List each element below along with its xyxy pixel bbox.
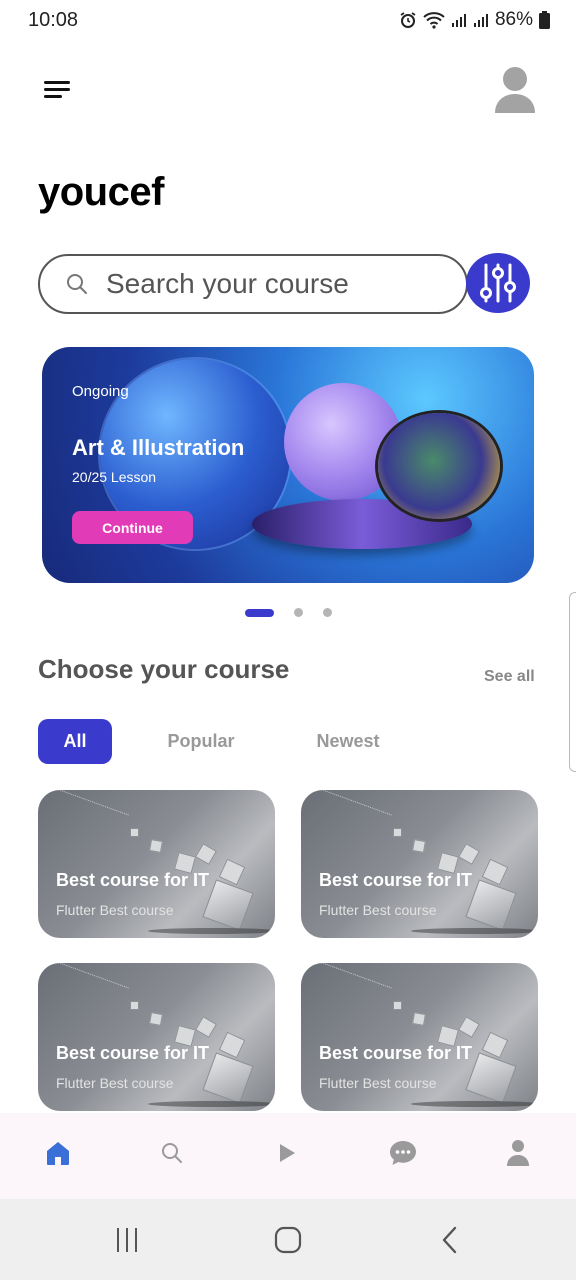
card-cube [458, 843, 480, 865]
avatar[interactable] [494, 66, 536, 114]
banner-lessons: 20/25 Lesson [72, 469, 157, 485]
course-subtitle: Flutter Best course [56, 1075, 174, 1091]
card-cube [202, 879, 254, 931]
status-bar: 10:08 86% [0, 0, 576, 42]
card-shadow [148, 928, 275, 934]
profile-icon [507, 1140, 529, 1166]
user-name: youcef [38, 170, 164, 214]
course-card[interactable]: Best course for IT Flutter Best course [38, 790, 275, 938]
status-time: 10:08 [28, 9, 79, 31]
banner-orb [378, 413, 500, 519]
card-decoration [43, 790, 129, 843]
continue-button[interactable]: Continue [72, 511, 193, 544]
tab-popular[interactable]: Popular [152, 719, 250, 764]
card-cube [130, 1001, 139, 1010]
course-card[interactable]: Best course for IT Flutter Best course [38, 963, 275, 1111]
card-cube [149, 1012, 163, 1026]
card-shadow [411, 1101, 538, 1107]
battery-percent: 86% [494, 9, 533, 30]
section-title: Choose your course [38, 654, 290, 684]
home-button[interactable] [268, 1223, 308, 1257]
banner-tag: Ongoing [72, 383, 129, 400]
card-shadow [148, 1101, 275, 1107]
course-title: Best course for IT [56, 1043, 210, 1063]
system-nav-bar [0, 1199, 576, 1280]
card-cube [130, 828, 139, 837]
card-cube [412, 839, 426, 853]
status-icons: 86% [399, 9, 550, 31]
scroll-handle[interactable] [569, 592, 576, 772]
card-cube [195, 1016, 217, 1038]
signal-icon [451, 14, 466, 27]
chat-icon [390, 1141, 416, 1165]
course-subtitle: Flutter Best course [319, 902, 437, 918]
home-icon [47, 1142, 69, 1165]
card-shadow [411, 928, 538, 934]
play-icon [280, 1144, 295, 1162]
nav-chat[interactable] [383, 1133, 423, 1173]
back-button[interactable] [430, 1223, 470, 1257]
card-cube [393, 828, 402, 837]
menu-button[interactable] [40, 76, 74, 104]
tab-all[interactable]: All [38, 719, 112, 764]
card-cube [465, 879, 517, 931]
banner-title: Art & Illustration [72, 435, 245, 460]
card-decoration [306, 963, 392, 1016]
card-cube [393, 1001, 402, 1010]
filter-button[interactable] [466, 253, 530, 313]
course-title: Best course for IT [319, 1043, 473, 1063]
battery-icon [539, 11, 550, 29]
card-cube [458, 1016, 480, 1038]
card-cube [465, 1052, 517, 1104]
nav-play[interactable] [266, 1133, 306, 1173]
carousel-dot-2[interactable] [294, 608, 303, 617]
search-placeholder: Search your course [106, 268, 349, 299]
alarm-icon [400, 12, 416, 28]
course-card[interactable]: Best course for IT Flutter Best course [301, 963, 538, 1111]
course-title: Best course for IT [319, 870, 473, 890]
course-subtitle: Flutter Best course [319, 1075, 437, 1091]
card-cube [195, 843, 217, 865]
card-cube [202, 1052, 254, 1104]
search-input[interactable]: Search your course [38, 254, 468, 314]
card-cube [149, 839, 163, 853]
nav-profile[interactable] [498, 1133, 538, 1173]
nav-home[interactable] [38, 1133, 78, 1173]
ongoing-course-banner[interactable]: Ongoing Art & Illustration 20/25 Lesson … [42, 347, 534, 583]
wifi-icon [423, 12, 445, 29]
tab-newest[interactable]: Newest [300, 719, 396, 764]
course-title: Best course for IT [56, 870, 210, 890]
search-icon [67, 274, 87, 294]
back-icon [442, 1226, 457, 1254]
recent-apps-icon [117, 1228, 137, 1252]
carousel-indicator [245, 608, 332, 617]
course-card[interactable]: Best course for IT Flutter Best course [301, 790, 538, 938]
card-decoration [43, 963, 129, 1016]
signal-icon-2 [473, 14, 488, 27]
bottom-nav [0, 1113, 576, 1199]
sliders-icon [480, 263, 516, 303]
menu-icon [44, 81, 70, 98]
carousel-dot-3[interactable] [323, 608, 332, 617]
carousel-dot-1[interactable] [245, 608, 274, 617]
recent-apps-button[interactable] [107, 1223, 147, 1257]
course-subtitle: Flutter Best course [56, 902, 174, 918]
home-circle-icon [274, 1226, 302, 1254]
search-icon [162, 1143, 182, 1163]
card-decoration [306, 790, 392, 843]
nav-search[interactable] [152, 1133, 192, 1173]
avatar-icon [495, 67, 535, 113]
see-all-link[interactable]: See all [484, 668, 535, 686]
card-cube [412, 1012, 426, 1026]
